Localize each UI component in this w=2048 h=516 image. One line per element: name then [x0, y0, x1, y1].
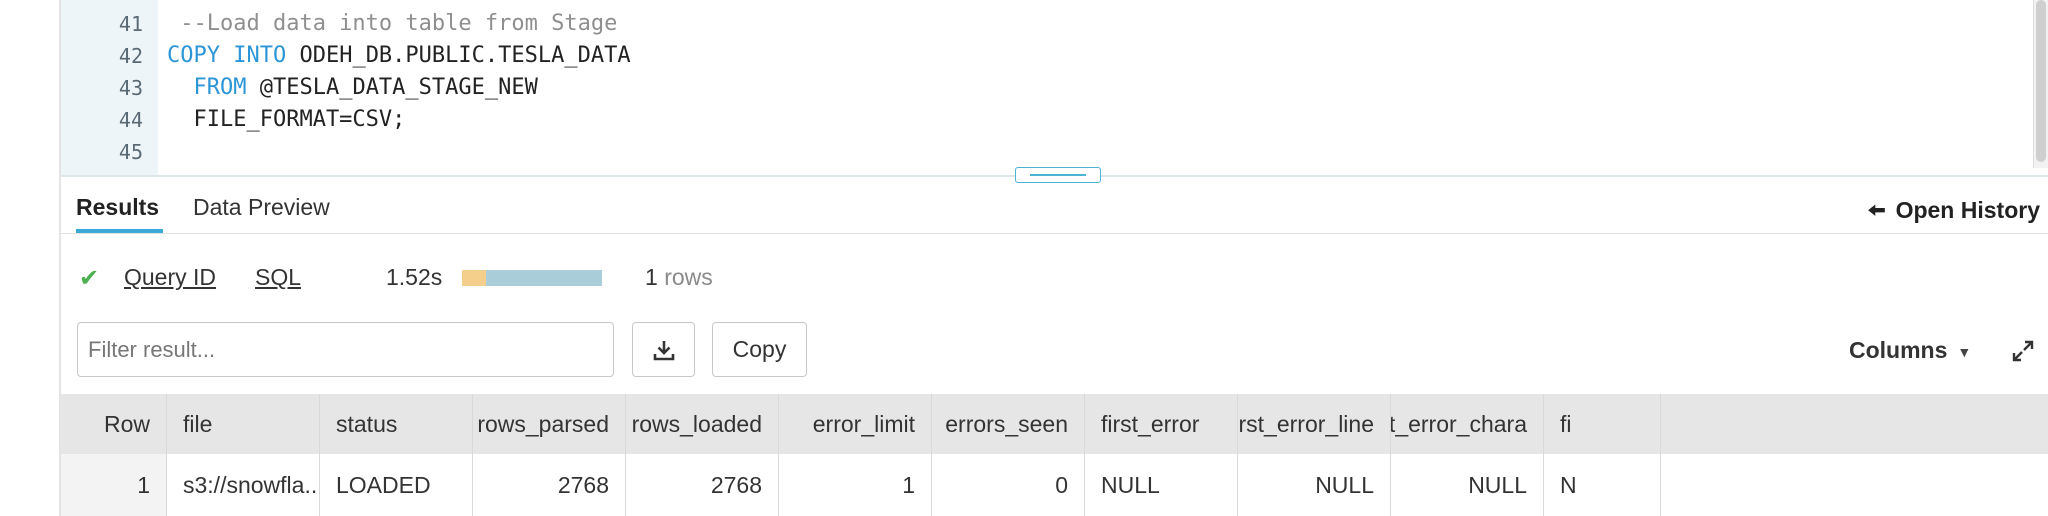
- line-number: 42: [118, 44, 143, 68]
- sql-editor[interactable]: 41 --Load data into table from Stage 42 CO…: [61, 0, 2048, 177]
- chevron-down-icon: ▼: [1957, 343, 1972, 360]
- table-cell: 2768: [473, 454, 626, 516]
- query-duration: 1.52s: [386, 264, 443, 290]
- table-cell: 2768: [626, 454, 779, 516]
- table-cell: 0: [932, 454, 1085, 516]
- table-row[interactable]: 1 s3://snowfla... LOADED 2768 2768 1 0 NULL NULL…: [61, 454, 2048, 516]
- code-text: --Load data into table from Stage: [167, 8, 617, 40]
- query-id-link[interactable]: Query ID: [124, 264, 216, 291]
- column-header[interactable]: Row: [61, 394, 167, 454]
- table-header: Row file status rows_parsed rows_loaded error…: [61, 394, 2048, 454]
- open-history-button[interactable]: 🠨 Open History: [1868, 194, 2040, 232]
- code-text: COPY INTO ODEH_DB.PUBLIC.TESLA_DATA: [167, 40, 631, 72]
- open-history-label: Open History: [1895, 197, 2040, 223]
- results-tabs: Results Data Preview 🠨 Open History: [61, 177, 2048, 234]
- column-header[interactable]: errors_seen: [932, 394, 1085, 454]
- sql-keyword: COPY INTO: [167, 43, 287, 68]
- row-count-unit: rows: [664, 264, 713, 290]
- table-cell: LOADED: [320, 454, 473, 516]
- table-cell: 1: [779, 454, 932, 516]
- editor-scrollbar-thumb[interactable]: [2036, 0, 2046, 162]
- table-cell: NULL: [1391, 454, 1544, 516]
- arrow-left-icon: 🠨: [1867, 198, 1886, 223]
- columns-label: Columns: [1849, 337, 1948, 363]
- line-number: 43: [118, 76, 143, 100]
- row-count: 1 rows: [645, 264, 713, 291]
- table-cell: N: [1544, 454, 1661, 516]
- copy-button[interactable]: Copy: [712, 322, 807, 377]
- download-button[interactable]: [632, 322, 695, 377]
- check-icon: ✔: [79, 265, 100, 292]
- editor-scrollbar[interactable]: [2033, 0, 2048, 168]
- line-number: 41: [118, 12, 143, 36]
- line-number: 45: [118, 140, 143, 164]
- line-number: 44: [118, 108, 143, 132]
- duration-bar: [462, 270, 602, 286]
- code-text: FROM @TESLA_DATA_STAGE_NEW: [167, 72, 538, 104]
- filter-result-input[interactable]: [77, 322, 614, 377]
- code-text: FILE_FORMAT=CSV;: [167, 104, 405, 136]
- column-header[interactable]: first_error_line: [1238, 394, 1391, 454]
- sql-link[interactable]: SQL: [255, 264, 301, 291]
- row-count-value: 1: [645, 264, 658, 290]
- table-cell: NULL: [1238, 454, 1391, 516]
- table-cell: NULL: [1085, 454, 1238, 516]
- column-header[interactable]: rows_loaded: [626, 394, 779, 454]
- left-panel-edge: [0, 0, 61, 516]
- table-cell: 1: [61, 454, 167, 516]
- tab-results[interactable]: Results: [76, 194, 159, 221]
- download-icon: [653, 340, 674, 360]
- column-header[interactable]: first_error: [1085, 394, 1238, 454]
- duration-bar-compile: [462, 270, 486, 286]
- tab-data-preview[interactable]: Data Preview: [193, 194, 330, 221]
- column-header[interactable]: fi: [1544, 394, 1661, 454]
- sql-text: FILE_FORMAT=CSV;: [167, 107, 406, 132]
- expand-icon[interactable]: [2011, 339, 2035, 363]
- sql-comment: --Load data into table from Stage: [167, 11, 618, 36]
- columns-button[interactable]: Columns ▼: [1849, 337, 1971, 364]
- active-tab-indicator: [76, 229, 163, 233]
- sql-text: ODEH_DB.PUBLIC.TESLA_DATA: [286, 43, 631, 68]
- column-header[interactable]: status: [320, 394, 473, 454]
- sql-keyword: FROM: [193, 75, 247, 100]
- sql-text: @TESLA_DATA_STAGE_NEW: [246, 75, 538, 100]
- query-info-bar: ✔ Query ID SQL 1.52s 1 rows: [61, 258, 961, 298]
- table-cell: s3://snowfla...: [167, 454, 320, 516]
- column-header[interactable]: error_limit: [779, 394, 932, 454]
- column-header[interactable]: first_error_chara: [1391, 394, 1544, 454]
- column-header[interactable]: rows_parsed: [473, 394, 626, 454]
- column-header[interactable]: file: [167, 394, 320, 454]
